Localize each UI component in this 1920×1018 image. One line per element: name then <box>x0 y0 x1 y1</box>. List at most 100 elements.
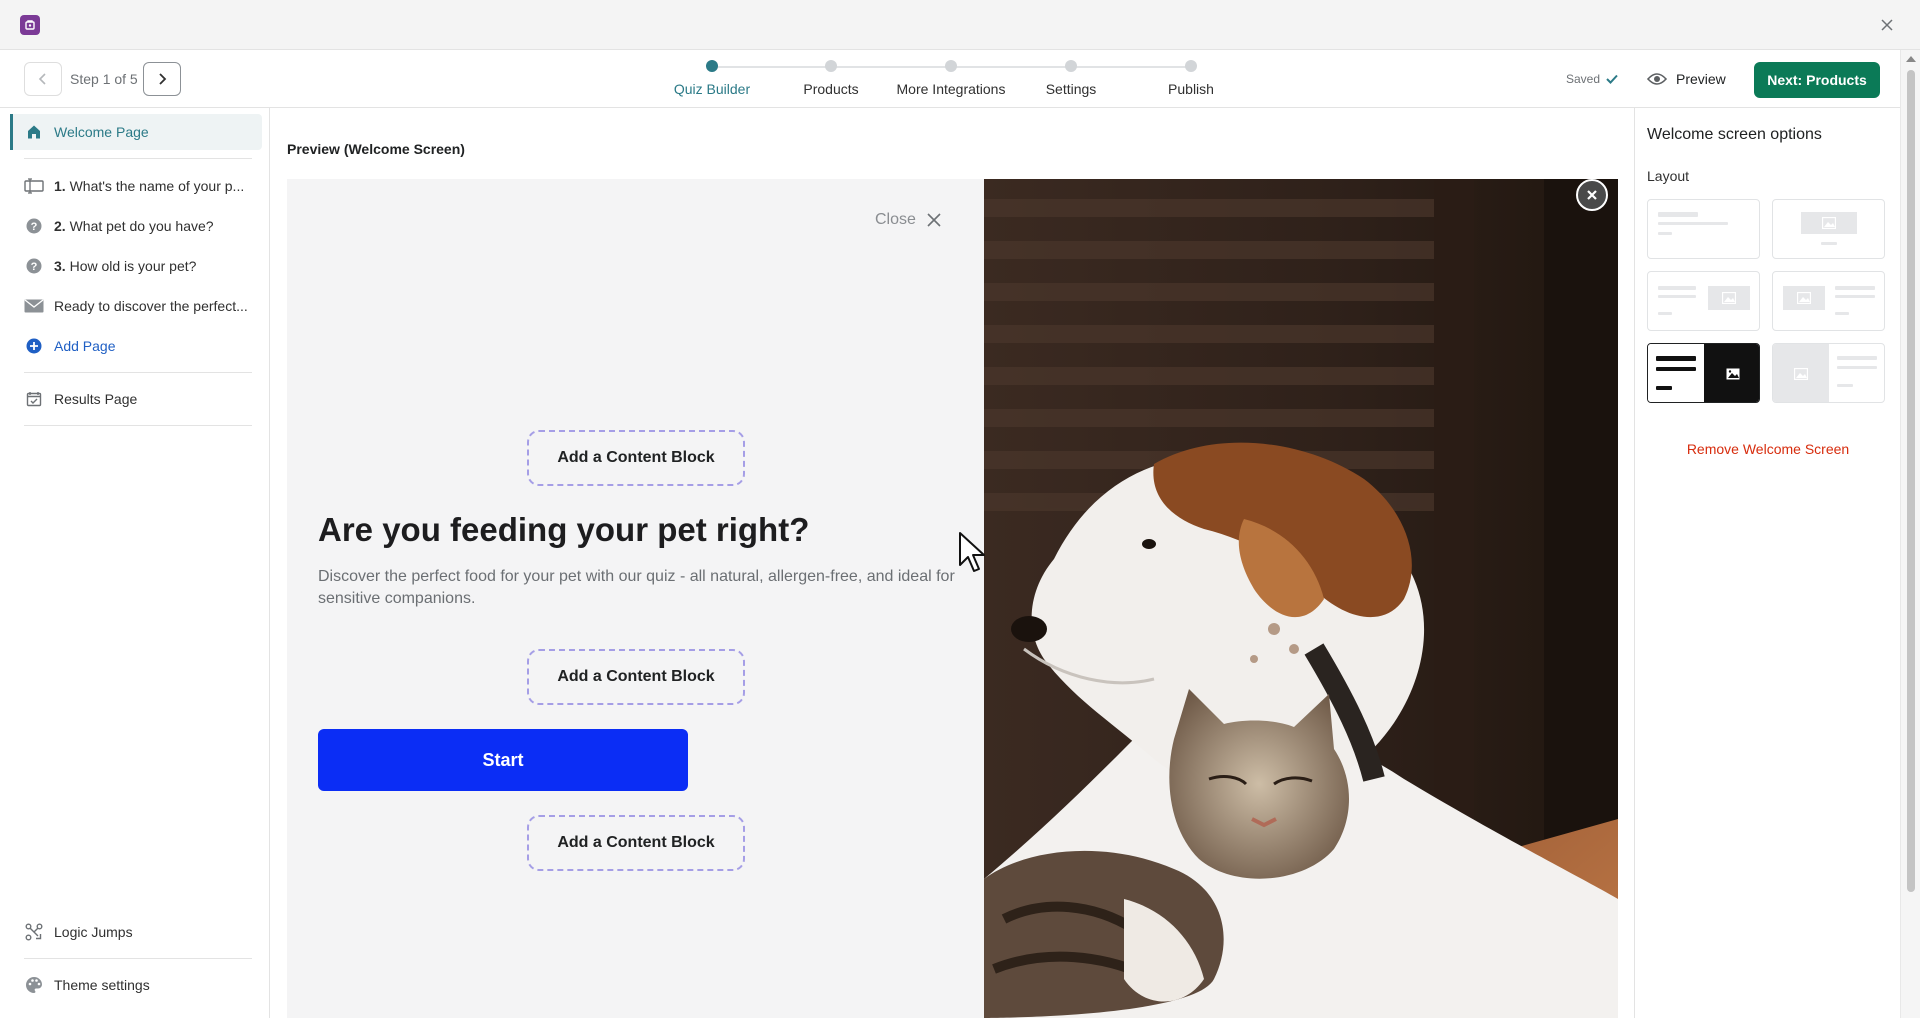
title-bar <box>0 0 1920 50</box>
layout-thumbnail-line <box>1837 366 1877 369</box>
image-placeholder-icon <box>1801 212 1857 234</box>
welcome-screen-preview: Close Add a Content Block Are you feedin… <box>287 179 1618 1018</box>
layout-thumbnail-line <box>1658 222 1728 225</box>
dog-and-cat-photo[interactable] <box>984 179 1618 1018</box>
sidebar-item-question-3[interactable]: ? 3. How old is your pet? <box>24 248 262 284</box>
step-counter: Step 1 of 5 <box>70 71 138 87</box>
sidebar-item-label: Ready to discover the perfect... <box>54 298 248 314</box>
sidebar-item-question-2[interactable]: ? 2. What pet do you have? <box>24 208 262 244</box>
remove-image-icon[interactable] <box>1576 179 1608 211</box>
results-checklist-icon <box>24 389 44 409</box>
text-input-icon <box>24 176 44 196</box>
palette-icon <box>24 975 44 995</box>
divider <box>24 425 252 426</box>
welcome-headline[interactable]: Are you feeding your pet right? <box>318 511 809 549</box>
pet-photo-illustration <box>984 179 1618 1018</box>
divider <box>24 958 252 959</box>
sidebar-item-label: Welcome Page <box>54 124 149 140</box>
stepper-label: More Integrations <box>896 81 1006 97</box>
layout-thumbnail-line <box>1656 356 1696 361</box>
layout-thumbnail-line <box>1658 212 1698 217</box>
sidebar-item-logic-jumps[interactable]: Logic Jumps <box>24 914 262 950</box>
question-circle-icon: ? <box>24 216 44 236</box>
layout-thumbnail-line <box>1656 386 1672 390</box>
sidebar-item-theme-settings[interactable]: Theme settings <box>24 967 262 1003</box>
panel-title: Welcome screen options <box>1647 126 1822 143</box>
layout-thumbnail-line <box>1837 384 1853 387</box>
stepper-dot <box>1065 60 1077 72</box>
checkmark-icon <box>1606 74 1618 84</box>
window-close-icon[interactable] <box>1876 14 1898 36</box>
image-placeholder-icon <box>1708 286 1750 310</box>
question-number: 2. <box>54 218 66 234</box>
preview-title: Preview (Welcome Screen) <box>287 141 465 157</box>
add-page-button[interactable]: Add Page <box>24 328 262 364</box>
preview-close-button[interactable]: Close <box>875 211 942 229</box>
question-text: What pet do you have? <box>69 218 214 234</box>
divider <box>24 372 252 373</box>
main-preview-area: Preview (Welcome Screen) Close Add a Con… <box>271 108 1634 1018</box>
welcome-options-panel: Welcome screen options Layout Remove Wel… <box>1634 108 1900 1018</box>
add-content-block-button[interactable]: Add a Content Block <box>527 815 745 871</box>
eye-icon <box>1647 72 1667 86</box>
sidebar-item-email-page[interactable]: Ready to discover the perfect... <box>24 288 262 324</box>
close-label: Close <box>875 211 916 228</box>
layout-thumbnail-line <box>1835 295 1875 298</box>
remove-welcome-screen-button[interactable]: Remove Welcome Screen <box>1635 441 1901 457</box>
layout-thumbnail-line <box>1658 232 1672 235</box>
layout-option-text-only[interactable] <box>1647 199 1760 259</box>
layout-option-image-top[interactable] <box>1772 199 1885 259</box>
sidebar-item-welcome-page[interactable]: Welcome Page <box>10 114 262 150</box>
question-circle-icon: ? <box>24 256 44 276</box>
stepper-publish[interactable]: Publish <box>1121 60 1261 97</box>
stepper-more-integrations[interactable]: More Integrations <box>881 60 1021 97</box>
previous-step-button[interactable] <box>24 62 62 96</box>
question-number: 1. <box>54 178 66 194</box>
layout-thumbnail-line <box>1656 367 1696 371</box>
layout-thumbnail-line <box>1835 286 1875 290</box>
start-button[interactable]: Start <box>318 729 688 791</box>
next-step-button[interactable] <box>143 62 181 96</box>
sidebar-item-label: Results Page <box>54 391 138 407</box>
layout-option-split-selected[interactable] <box>1647 343 1760 403</box>
welcome-description[interactable]: Discover the perfect food for your pet w… <box>318 566 958 610</box>
close-icon <box>926 212 942 228</box>
layout-thumbnail-line <box>1658 295 1696 298</box>
divider <box>24 158 252 159</box>
layout-option-text-left-image-right[interactable] <box>1647 271 1760 331</box>
layout-thumbnail-line <box>1835 312 1849 315</box>
stepper-dot <box>1185 60 1197 72</box>
add-content-block-button[interactable]: Add a Content Block <box>527 430 745 486</box>
sidebar-item-question-1[interactable]: 1. What's the name of your p... <box>24 168 262 204</box>
question-text: What's the name of your p... <box>69 178 245 194</box>
page-scrollbar[interactable] <box>1900 50 1920 1018</box>
preview-button[interactable]: Preview <box>1647 64 1726 94</box>
add-content-block-button[interactable]: Add a Content Block <box>527 649 745 705</box>
saved-status: Saved <box>1566 72 1618 86</box>
layout-option-image-split-left[interactable] <box>1772 343 1885 403</box>
layout-option-image-left-text-right[interactable] <box>1772 271 1885 331</box>
sidebar-item-results-page[interactable]: Results Page <box>24 381 262 417</box>
scroll-up-arrow-icon[interactable] <box>1906 56 1916 62</box>
layout-label: Layout <box>1647 168 1690 184</box>
layout-thumbnail-line <box>1658 286 1696 290</box>
stepper-settings[interactable]: Settings <box>1001 60 1141 97</box>
next-products-button[interactable]: Next: Products <box>1754 62 1880 98</box>
image-placeholder-icon <box>1783 286 1825 310</box>
layout-thumbnail-line <box>1658 312 1672 315</box>
sidebar: Welcome Page 1. What's the name of your … <box>0 108 270 1018</box>
question-number: 3. <box>54 258 66 274</box>
sidebar-item-label: Theme settings <box>54 977 150 993</box>
layout-thumbnail-line <box>1837 356 1877 360</box>
scrollbar-thumb[interactable] <box>1907 70 1915 892</box>
stepper-label: Settings <box>1045 81 1097 97</box>
stepper-products[interactable]: Products <box>761 60 901 97</box>
stepper-label: Publish <box>1168 81 1214 97</box>
svg-text:?: ? <box>31 261 38 273</box>
logic-branch-icon <box>24 922 44 942</box>
sidebar-item-label: Logic Jumps <box>54 924 133 940</box>
home-icon <box>24 122 44 142</box>
stepper-label: Products <box>803 81 859 97</box>
top-bar: Step 1 of 5 Quiz Builder Products More I… <box>0 50 1900 108</box>
app-logo-icon <box>20 15 40 35</box>
